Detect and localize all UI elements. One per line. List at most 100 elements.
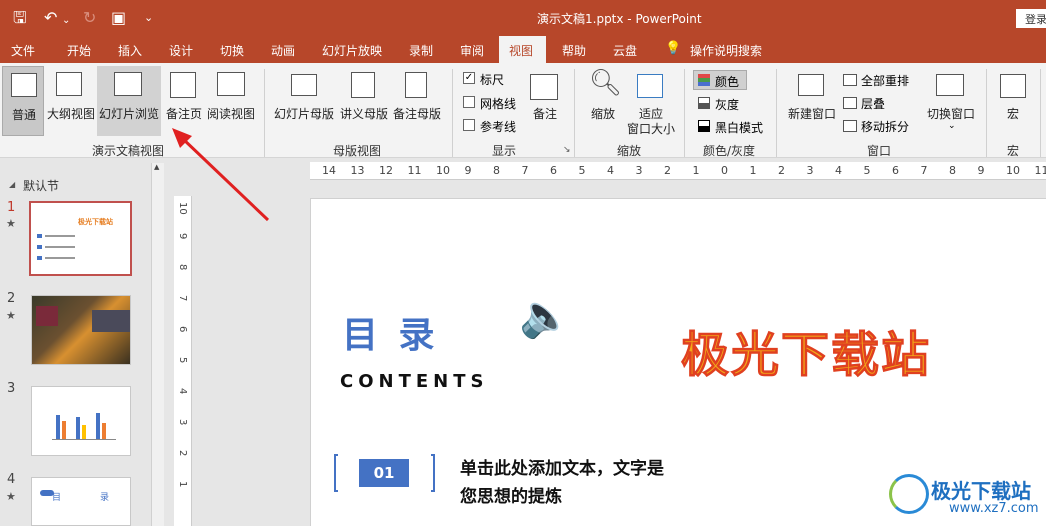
cascade-icon	[843, 97, 857, 109]
thumb-bar	[56, 415, 60, 439]
tab-animations[interactable]: 动画	[271, 42, 295, 59]
tab-review[interactable]: 审阅	[460, 42, 484, 59]
ruler-tick-label: 10	[1006, 164, 1020, 177]
slide-master-icon	[291, 74, 317, 96]
slide-number: 3	[7, 381, 16, 396]
dialog-launcher-icon[interactable]: ↘	[563, 145, 571, 155]
slide-heading[interactable]: 目 录	[342, 306, 439, 358]
slide-sorter-button[interactable]: 幻灯片浏览	[97, 66, 161, 136]
separator	[1040, 69, 1041, 157]
new-window-button[interactable]: 新建窗口	[784, 66, 840, 138]
brand-text[interactable]: 极光下载站	[680, 315, 931, 385]
ruler-tick-label: 3	[806, 164, 814, 177]
slide-number: 2	[7, 291, 16, 306]
normal-view-button[interactable]: 普通	[2, 66, 44, 136]
ruler-tick-label: 7	[177, 295, 188, 302]
thumb-photo	[36, 306, 58, 326]
tell-me-search[interactable]: 操作说明搜索	[690, 42, 762, 59]
slide-master-button[interactable]: 幻灯片母版	[272, 66, 336, 136]
grayscale-icon	[698, 97, 710, 109]
slide-sorter-label: 幻灯片浏览	[98, 107, 159, 121]
grayscale-button[interactable]: 灰度	[693, 94, 753, 114]
notes-toggle-button[interactable]: 备注	[526, 66, 564, 136]
ruler-tick-label: 10	[436, 164, 450, 177]
item-bracket-left	[334, 454, 338, 492]
ruler-tick-label: 14	[322, 164, 336, 177]
guides-checkbox[interactable]	[463, 119, 475, 131]
tab-transitions[interactable]: 切换	[220, 42, 244, 59]
magnifier-icon: 🔍︎	[589, 68, 623, 98]
ruler-checkbox[interactable]: ✓	[463, 72, 475, 84]
ruler-tick-label: 0	[721, 164, 728, 177]
speaker-icon[interactable]: 🔈	[519, 291, 571, 341]
slide-subheading[interactable]: CONTENTS	[340, 371, 488, 392]
start-slideshow-icon[interactable]: ▣	[111, 8, 126, 28]
item-text-line2[interactable]: 您思想的提炼	[460, 482, 562, 507]
animation-star-icon: ★	[6, 490, 16, 503]
move-split-button[interactable]: 移动拆分	[861, 118, 909, 135]
slide-thumbnail-1[interactable]: 极光下载站	[29, 201, 132, 276]
tab-cloud[interactable]: 云盘	[613, 42, 637, 59]
switch-windows-label: 切换窗口	[926, 107, 975, 121]
move-split-icon	[843, 120, 857, 132]
watermark-url: www.xz7.com	[949, 501, 1039, 516]
handout-master-button[interactable]: 讲义母版	[338, 66, 390, 136]
watermark-logo	[889, 474, 929, 514]
slide-canvas: 目 录 CONTENTS 🔈 极光下载站 01 单击此处添加文本，文字是 您思想…	[310, 198, 1046, 526]
save-icon[interactable]: 🖫	[13, 8, 27, 28]
scroll-up-icon[interactable]: ▲	[154, 163, 159, 171]
undo-icon[interactable]: ↶	[44, 8, 57, 28]
cascade-button[interactable]: 层叠	[861, 95, 885, 112]
slide-thumbnail-3[interactable]	[31, 386, 131, 456]
black-white-button[interactable]: 黑白模式	[693, 117, 765, 137]
ruler-label: 标尺	[480, 73, 505, 87]
separator	[986, 69, 987, 157]
thumb-bullet	[37, 234, 42, 238]
thumb-axis	[52, 439, 116, 440]
arrange-all-button[interactable]: 全部重排	[861, 72, 909, 89]
tab-file[interactable]: 文件	[11, 42, 35, 59]
notes-master-button[interactable]: 备注母版	[391, 66, 443, 136]
arrange-all-icon	[843, 74, 857, 86]
login-button[interactable]: 登录	[1016, 9, 1046, 28]
fit-to-window-button[interactable]: 适应 窗口大小	[624, 66, 678, 138]
ruler-tick-label: 4	[177, 388, 188, 395]
chevron-down-icon: ⌄	[948, 121, 956, 131]
undo-dropdown-icon[interactable]: ⌄	[62, 11, 70, 31]
thumb-bullet	[37, 256, 42, 260]
zoom-button[interactable]: 🔍︎ 缩放	[584, 66, 622, 138]
watermark-name: 极光下载站	[931, 479, 1031, 503]
ruler-tick-label: 2	[778, 164, 785, 177]
ruler-tick-label: 1	[177, 481, 188, 488]
macros-label: 宏	[1006, 107, 1019, 121]
tab-insert[interactable]: 插入	[118, 42, 142, 59]
gridlines-checkbox[interactable]	[463, 96, 475, 108]
separator	[452, 69, 453, 157]
collapse-section-icon[interactable]: ◢	[9, 180, 15, 189]
tab-slideshow[interactable]: 幻灯片放映	[322, 42, 382, 59]
tab-help[interactable]: 帮助	[562, 42, 586, 59]
black-white-label: 黑白模式	[715, 121, 764, 135]
ruler-tick-label: 9	[464, 164, 472, 177]
thumb-bar	[102, 423, 106, 439]
redo-icon: ↻	[83, 8, 97, 27]
ruler-tick-label: 11	[407, 164, 422, 177]
section-name[interactable]: 默认节	[23, 177, 59, 194]
macros-button[interactable]: 宏	[993, 66, 1033, 138]
slide-thumbnail-4[interactable]: 目 录	[31, 477, 131, 526]
tab-record[interactable]: 录制	[409, 42, 433, 59]
tab-view[interactable]: 视图	[499, 36, 546, 63]
outline-view-button[interactable]: 大纲视图	[46, 66, 96, 136]
item-text-line1[interactable]: 单击此处添加文本，文字是	[460, 454, 664, 479]
switch-windows-button[interactable]: 切换窗口 ⌄	[924, 66, 978, 138]
slide-thumbnail-2[interactable]	[31, 295, 131, 365]
ruler-tick-label: 1	[692, 164, 700, 177]
normal-view-label: 普通	[11, 108, 36, 122]
separator	[574, 69, 575, 157]
tab-home[interactable]: 开始	[67, 42, 91, 59]
item-number[interactable]: 01	[359, 459, 409, 487]
customize-qat-icon[interactable]: ⌄	[144, 8, 153, 28]
thumb-bar	[96, 413, 100, 439]
tab-design[interactable]: 设计	[169, 42, 193, 59]
color-button[interactable]: 颜色	[693, 70, 747, 90]
